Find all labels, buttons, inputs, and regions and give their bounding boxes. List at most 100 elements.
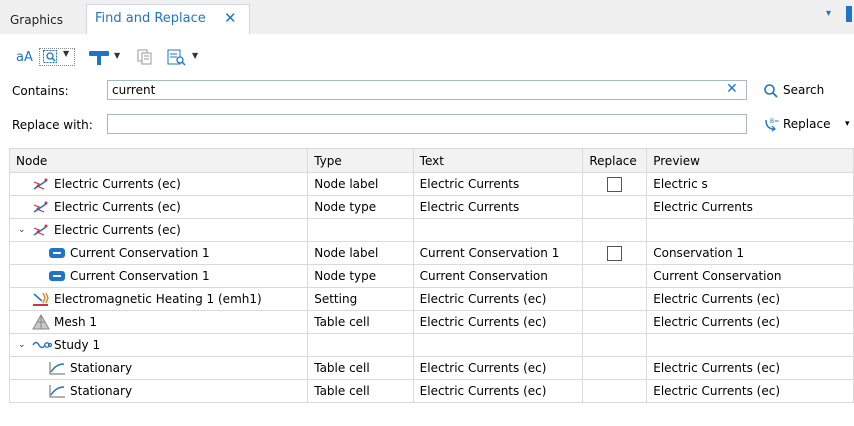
cell-node[interactable]: Electric Currents (ec) [8,195,309,219]
cell-preview: Current Conservation [646,264,854,288]
electric-currents-icon [32,199,50,215]
node-label: Stationary [70,384,133,398]
pin-icon[interactable] [846,6,852,22]
contains-label: Contains: [12,84,69,98]
column-header-preview[interactable]: Preview [646,148,854,173]
svg-text:B=: B= [770,118,779,125]
cell-type: Node label [307,241,414,265]
table-row[interactable]: Stationary Table cell Electric Currents … [8,379,854,403]
cell-node[interactable]: Current Conservation 1 [8,241,309,265]
column-header-replace[interactable]: Replace [582,148,648,173]
replace-mode-button[interactable] [87,48,111,69]
find-mode-button[interactable]: ▼ [39,48,75,66]
tab-close-icon[interactable]: ✕ [224,9,237,27]
study-icon [32,337,53,353]
node-label: Study 1 [54,338,101,352]
find-mode-icon [43,50,57,63]
list-icon [167,49,186,66]
electric-currents-icon [32,176,50,192]
node-label: Stationary [70,361,133,375]
cell-preview: Electric Currents (ec) [646,356,854,380]
search-icon [764,84,778,98]
cell-replace [582,287,648,311]
table-row[interactable]: Stationary Table cell Electric Currents … [8,356,854,380]
cell-replace [582,218,648,242]
cell-type: Node type [307,195,414,219]
tab-menu-icon[interactable]: ▾ [826,8,831,19]
current-conservation-icon [48,268,66,284]
cell-text: Current Conservation [412,264,584,288]
cell-preview [646,218,854,242]
cell-preview: Electric s [646,172,854,196]
cell-text: Electric Currents [412,195,584,219]
cell-type [307,333,414,357]
chevron-down-icon[interactable]: ▼ [192,51,198,60]
cell-preview: Electric Currents [646,195,854,219]
column-header-node[interactable]: Node [8,148,309,173]
results-options-button[interactable] [166,48,188,69]
table-row[interactable]: Mesh 1 Table cell Electric Currents (ec)… [8,310,854,334]
cell-node[interactable]: ⌄ Electric Currents (ec) [8,218,309,242]
cell-node[interactable]: Current Conservation 1 [8,264,309,288]
table-row[interactable]: Current Conservation 1 Node label Curren… [8,241,854,265]
cell-node[interactable]: ⌄ Study 1 [8,333,309,357]
node-label: Mesh 1 [54,315,98,329]
column-header-text[interactable]: Text [412,148,584,173]
cell-text: Electric Currents (ec) [412,310,584,334]
replace-icon: B= [765,118,779,132]
tab-find-and-replace-label: Find and Replace [95,11,206,26]
node-label: Electromagnetic Heating 1 (emh1) [54,292,262,306]
stationary-icon [48,383,66,399]
cell-text: Electric Currents (ec) [412,379,584,403]
replace-button[interactable]: B= Replace ▾ [763,116,850,135]
contains-input[interactable] [107,80,747,100]
cell-type: Node label [307,172,414,196]
table-row[interactable]: Electric Currents (ec) Node type Electri… [8,195,854,219]
tab-graphics[interactable]: Graphics [2,8,71,32]
electric-currents-icon [32,222,50,238]
cell-preview: Conservation 1 [646,241,854,265]
table-row[interactable]: Electric Currents (ec) Node label Electr… [8,172,854,196]
cell-type: Node type [307,264,414,288]
cell-node[interactable]: Electromagnetic Heating 1 (emh1) [8,287,309,311]
cell-text: Current Conservation 1 [412,241,584,265]
cell-node[interactable]: Mesh 1 [8,310,309,334]
electromagnetic-heating-icon [32,291,50,307]
cell-preview: Electric Currents (ec) [646,310,854,334]
match-case-button[interactable]: aA [16,50,33,65]
replace-with-label: Replace with: [12,118,93,132]
replace-checkbox[interactable] [607,245,623,261]
column-header-type[interactable]: Type [307,148,414,173]
table-row[interactable]: Electromagnetic Heating 1 (emh1) Setting… [8,287,854,311]
search-button[interactable]: Search [763,83,824,102]
cell-preview: Electric Currents (ec) [646,287,854,311]
node-label: Current Conservation 1 [70,246,210,260]
replace-button-label: Replace [783,117,831,131]
cell-node[interactable]: Stationary [8,356,309,380]
cell-node[interactable]: Stationary [8,379,309,403]
cell-replace [582,195,648,219]
cell-type [307,218,414,242]
expand-chevron-icon[interactable]: ⌄ [18,340,32,350]
search-button-label: Search [783,83,825,97]
cell-type: Table cell [307,310,414,334]
cell-text: Electric Currents (ec) [412,287,584,311]
table-row[interactable]: ⌄ Electric Currents (ec) [8,218,854,242]
cell-type: Setting [307,287,414,311]
expand-chevron-icon[interactable]: ⌄ [18,225,32,235]
replace-checkbox[interactable] [607,176,623,192]
cell-preview [646,333,854,357]
replace-with-input[interactable] [107,114,747,134]
cell-replace [582,356,648,380]
clear-icon[interactable]: ✕ [726,81,738,97]
cell-node[interactable]: Electric Currents (ec) [8,172,309,196]
cell-replace [582,379,648,403]
table-row[interactable]: ⌄ Study 1 [8,333,854,357]
tab-find-and-replace[interactable]: Find and Replace ✕ [86,4,250,34]
chevron-down-icon[interactable]: ▼ [114,51,120,60]
cell-replace [582,333,648,357]
copy-button[interactable] [136,48,154,69]
table-row[interactable]: Current Conservation 1 Node type Current… [8,264,854,288]
hammer-icon [89,51,109,65]
cell-preview: Electric Currents (ec) [646,379,854,403]
